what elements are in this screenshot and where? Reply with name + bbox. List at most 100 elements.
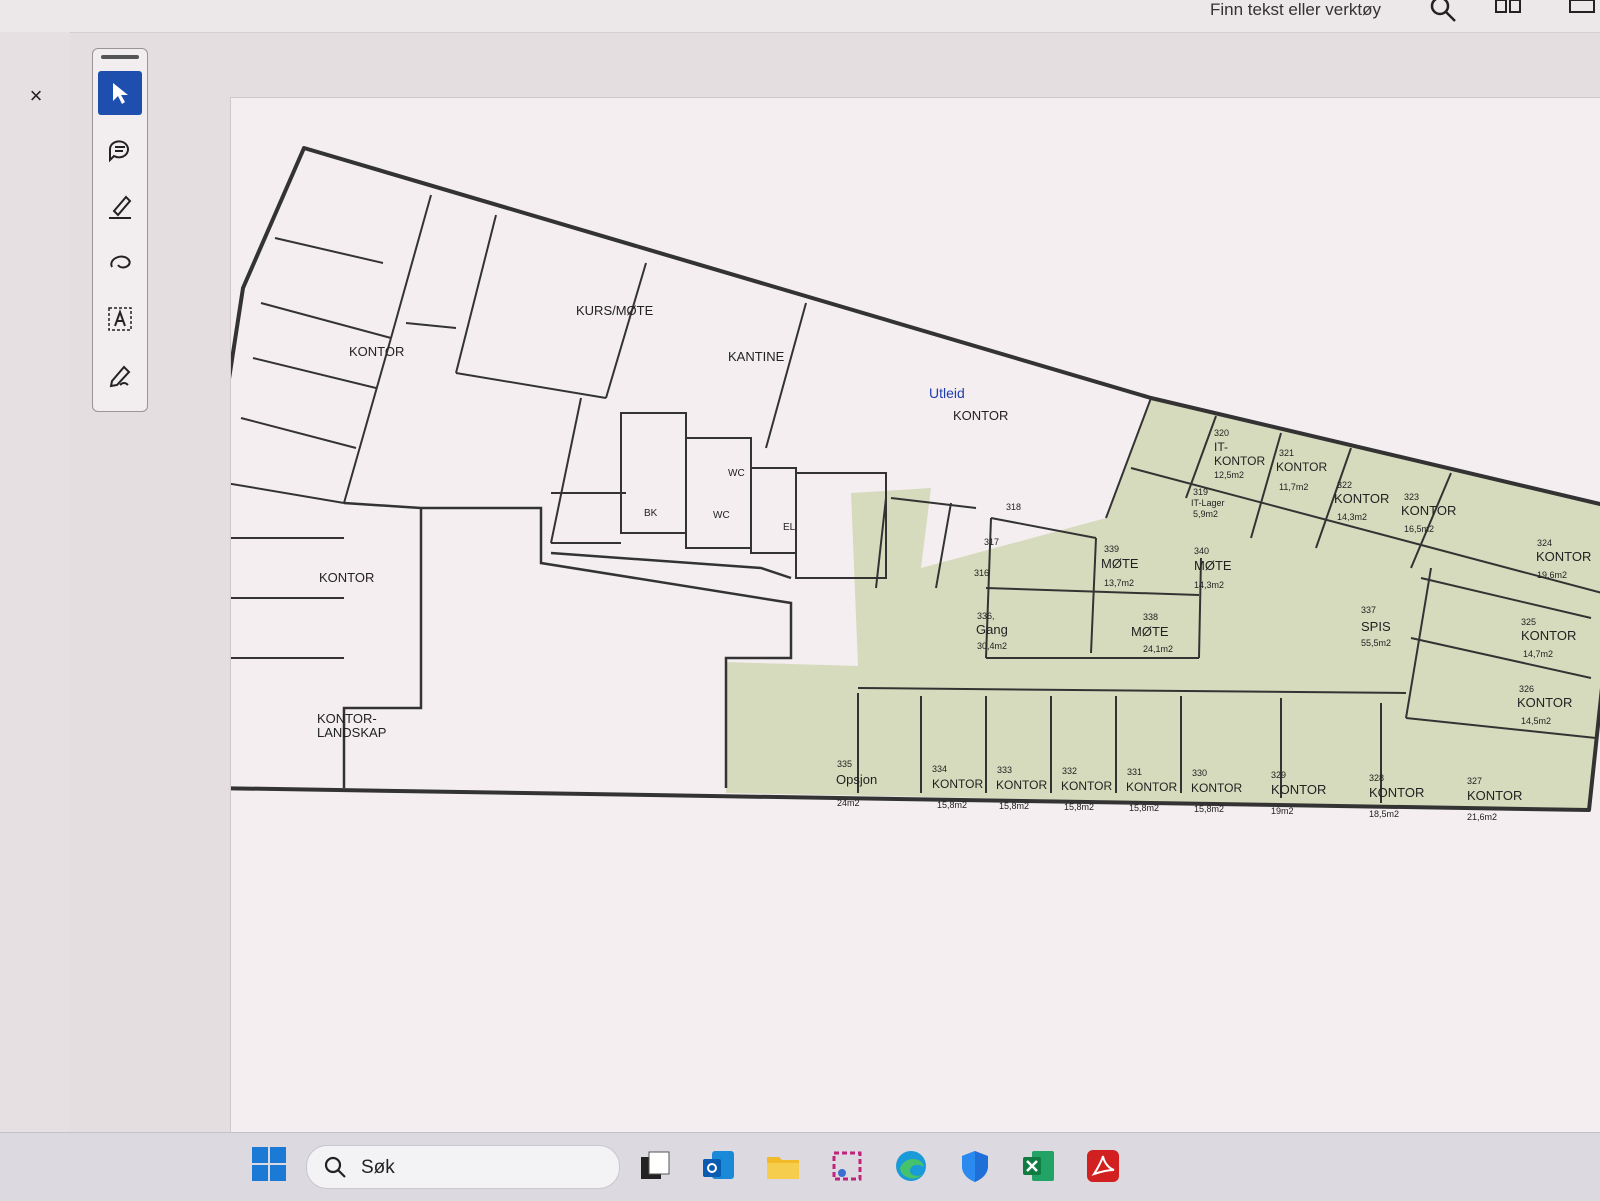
svg-text:KONTOR: KONTOR — [1271, 782, 1326, 797]
excel-icon[interactable] — [1020, 1147, 1058, 1185]
tool-sign[interactable] — [98, 353, 142, 397]
svg-text:5,9m2: 5,9m2 — [1193, 509, 1218, 519]
tool-highlight[interactable] — [98, 185, 142, 229]
svg-text:55,5m2: 55,5m2 — [1361, 638, 1391, 648]
label-kontorlandskap-1: KONTOR- — [317, 711, 377, 726]
svg-text:14,7m2: 14,7m2 — [1523, 649, 1553, 659]
svg-text:KONTOR: KONTOR — [1369, 785, 1424, 800]
label-kantine: KANTINE — [728, 349, 785, 364]
svg-text:14,3m2: 14,3m2 — [1194, 580, 1224, 590]
svg-text:19m2: 19m2 — [1271, 806, 1294, 816]
svg-text:14,5m2: 14,5m2 — [1521, 716, 1551, 726]
edge-icon[interactable] — [892, 1147, 930, 1185]
task-view-icon[interactable] — [636, 1147, 674, 1185]
svg-text:KONTOR: KONTOR — [1467, 788, 1522, 803]
svg-text:336,: 336, — [977, 611, 995, 621]
snipping-tool-icon[interactable] — [828, 1147, 866, 1185]
svg-text:317: 317 — [984, 537, 999, 547]
annotation-toolbar — [92, 48, 148, 412]
room-316: 316 — [974, 568, 989, 578]
close-panel-button[interactable]: × — [22, 82, 50, 110]
toolbar-grip[interactable] — [101, 55, 139, 59]
svg-text:321: 321 — [1279, 448, 1294, 458]
svg-text:24m2: 24m2 — [837, 798, 860, 808]
svg-text:MØTE: MØTE — [1131, 624, 1169, 639]
svg-text:335: 335 — [837, 759, 852, 769]
find-text-label[interactable]: Finn tekst eller verktøy — [1210, 0, 1381, 20]
label-wc-1: WC — [728, 468, 745, 479]
svg-text:327: 327 — [1467, 776, 1482, 786]
svg-text:319: 319 — [1193, 487, 1208, 497]
label-wc-2: WC — [713, 510, 730, 521]
svg-text:326: 326 — [1519, 684, 1534, 694]
svg-text:18,5m2: 18,5m2 — [1369, 809, 1399, 819]
room-318: 318 — [1006, 502, 1021, 512]
svg-text:MØTE: MØTE — [1194, 558, 1232, 573]
svg-text:KONTOR: KONTOR — [1276, 460, 1327, 474]
svg-text:334: 334 — [932, 764, 947, 774]
svg-text:30,4m2: 30,4m2 — [977, 641, 1007, 651]
search-icon[interactable] — [1428, 0, 1458, 29]
tool-text[interactable] — [98, 297, 142, 341]
svg-text:Gang: Gang — [976, 622, 1008, 637]
svg-text:15,8m2: 15,8m2 — [937, 800, 967, 810]
tool-draw[interactable] — [98, 241, 142, 285]
pdf-page[interactable]: KURS/MØTE KANTINE KONTOR KONTOR KONTOR- … — [230, 97, 1600, 1138]
svg-text:24,1m2: 24,1m2 — [1143, 644, 1173, 654]
windows-taskbar: Søk — [0, 1132, 1600, 1201]
top-toolbar: Finn tekst eller verktøy — [0, 0, 1600, 33]
svg-text:KONTOR: KONTOR — [1126, 780, 1177, 794]
tool-select[interactable] — [98, 71, 142, 115]
svg-text:KONTOR: KONTOR — [1214, 454, 1265, 468]
svg-text:337: 337 — [1361, 605, 1376, 615]
svg-text:KONTOR: KONTOR — [1521, 628, 1576, 643]
room-317: 317 — [984, 537, 999, 547]
svg-text:316: 316 — [974, 568, 989, 578]
svg-text:KONTOR: KONTOR — [1401, 503, 1456, 518]
svg-text:KONTOR: KONTOR — [1517, 695, 1572, 710]
svg-text:IT-: IT- — [1214, 440, 1228, 454]
svg-text:324: 324 — [1537, 538, 1552, 548]
label-kontorlandskap-2: LANDSKAP — [317, 725, 386, 740]
svg-text:KONTOR: KONTOR — [1061, 779, 1112, 793]
search-placeholder: Søk — [361, 1157, 395, 1178]
page-layout-icon[interactable] — [1494, 0, 1524, 19]
outlook-icon[interactable] — [700, 1147, 738, 1185]
left-panel: × — [0, 32, 71, 1132]
sign-pen-icon — [109, 365, 131, 388]
svg-text:KONTOR: KONTOR — [1191, 781, 1242, 795]
svg-text:Opsjon: Opsjon — [836, 772, 877, 787]
acrobat-icon[interactable] — [1084, 1147, 1122, 1185]
tool-comment[interactable] — [98, 129, 142, 173]
comment-icon — [109, 140, 129, 163]
svg-text:MØTE: MØTE — [1101, 556, 1139, 571]
svg-text:14,3m2: 14,3m2 — [1337, 512, 1367, 522]
svg-text:15,8m2: 15,8m2 — [1194, 804, 1224, 814]
label-kurs-mote: KURS/MØTE — [576, 303, 654, 318]
svg-text:15,8m2: 15,8m2 — [1129, 803, 1159, 813]
svg-text:KONTOR: KONTOR — [996, 778, 1047, 792]
svg-text:338: 338 — [1143, 612, 1158, 622]
file-explorer-icon[interactable] — [764, 1147, 802, 1185]
svg-text:332: 332 — [1062, 766, 1077, 776]
label-kontor-w: KONTOR — [319, 570, 374, 585]
svg-text:322: 322 — [1337, 480, 1352, 490]
search-icon — [324, 1156, 346, 1178]
text-box-icon — [108, 307, 132, 331]
defender-icon[interactable] — [956, 1147, 994, 1185]
svg-text:KONTOR: KONTOR — [932, 777, 983, 791]
document-viewer[interactable]: KURS/MØTE KANTINE KONTOR KONTOR KONTOR- … — [70, 33, 1600, 1138]
svg-text:SPIS: SPIS — [1361, 619, 1391, 634]
svg-text:16,5m2: 16,5m2 — [1404, 524, 1434, 534]
start-button[interactable] — [252, 1147, 288, 1183]
svg-text:21,6m2: 21,6m2 — [1467, 812, 1497, 822]
label-utleid-kontor: KONTOR — [953, 408, 1008, 423]
svg-text:323: 323 — [1404, 492, 1419, 502]
save-icon[interactable] — [1568, 0, 1598, 19]
svg-text:320: 320 — [1214, 428, 1229, 438]
svg-text:330: 330 — [1192, 768, 1207, 778]
taskbar-search[interactable]: Søk — [306, 1145, 620, 1189]
svg-text:318: 318 — [1006, 502, 1021, 512]
svg-text:325: 325 — [1521, 617, 1536, 627]
svg-text:KONTOR: KONTOR — [1536, 549, 1591, 564]
